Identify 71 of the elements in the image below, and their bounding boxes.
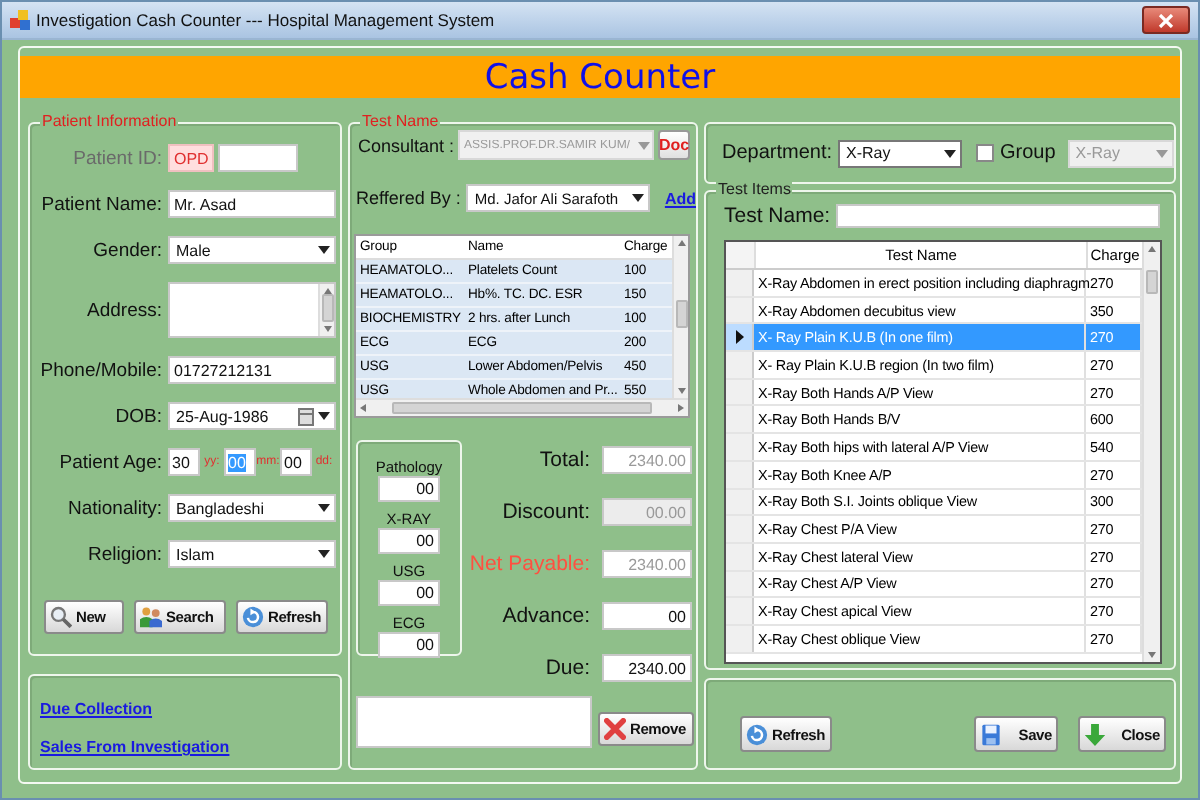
field-label: Religion: [86,543,162,565]
caret-icon [944,149,957,157]
field-label: Patient ID: [71,147,162,169]
field-label: Due: [545,656,590,680]
window-title: Investigation Cash Counter --- Hospital Management System [36,10,497,30]
calendar-icon [298,407,314,425]
patient-id-field[interactable] [218,144,299,172]
people-icon [140,606,162,628]
scrollbar[interactable] [356,398,688,416]
age-field[interactable]: 30 [168,448,200,476]
x-mark-icon [604,717,626,739]
dropdown[interactable]: Islam [168,540,336,568]
text-field[interactable]: 01727212131 [168,356,336,384]
text-field[interactable]: Mr. Asad [168,190,336,218]
add-link[interactable]: Add [664,189,696,207]
field-label: Patient Age: [57,451,162,473]
field-label: Gender: [91,239,162,261]
field-label: DOB: [113,405,162,427]
field-label: Consultant : [358,135,455,155]
field-label: Total: [539,448,590,472]
scrollbar[interactable] [672,236,688,398]
group-legend: Patient Information [40,112,179,132]
count-field[interactable]: 00 [377,580,440,606]
dropdown[interactable]: X-Ray [838,139,963,167]
close-button[interactable] [1142,6,1190,34]
caret-icon [318,504,330,512]
checkbox-label: Group [999,142,1056,164]
field-label: Advance: [502,604,590,628]
close-icon [1158,13,1174,27]
group-legend: Test Items [716,180,793,200]
link[interactable]: Due Collection [40,700,153,718]
field-label: Phone/Mobile: [38,359,162,381]
amount-field[interactable]: 00 [602,602,692,630]
refresh-icon [242,606,264,628]
page-title: Cash Counter [484,57,716,97]
field-label: Department: [722,142,833,164]
amount-field[interactable]: 2340.00 [602,654,692,682]
caret-icon [632,194,645,202]
id-prefix: OPD [168,144,215,172]
dropdown[interactable]: Male [168,236,336,264]
caret-icon [318,412,330,420]
group-legend: Test Name [360,112,441,132]
doc-button[interactable]: Doc [658,130,691,160]
scrollbar[interactable] [1142,242,1160,662]
count-field[interactable]: 00 [377,476,440,502]
app-icon [10,10,30,30]
field-label: Address: [85,299,162,321]
field-label: Patient Name: [39,193,162,215]
magnifier-icon [50,606,72,628]
scrollbar[interactable] [318,284,334,336]
caret-icon [638,141,651,149]
field-label: Test Name: [724,204,831,228]
age-field[interactable]: 00 [280,448,312,476]
field-label: Reffered By : [356,188,461,208]
field-label: Nationality: [66,497,162,519]
search-field[interactable] [836,204,1161,228]
down-arrow-icon [1084,723,1106,745]
address-field[interactable] [168,282,336,338]
link[interactable]: Sales From Investigation [40,738,230,756]
caret-icon [318,550,330,558]
count-field[interactable]: 00 [377,528,440,554]
count-field[interactable]: 00 [377,632,440,658]
dropdown[interactable]: Bangladeshi [168,494,336,522]
field-label: Discount: [502,500,590,524]
caret-icon [318,246,330,254]
row-pointer-icon [736,330,744,345]
note-field[interactable] [356,696,592,748]
field-label: Net Payable: [469,552,590,576]
date-picker[interactable]: 25-Aug-1986 [168,402,336,430]
refresh-icon [746,723,768,745]
caret-icon [1156,149,1168,157]
